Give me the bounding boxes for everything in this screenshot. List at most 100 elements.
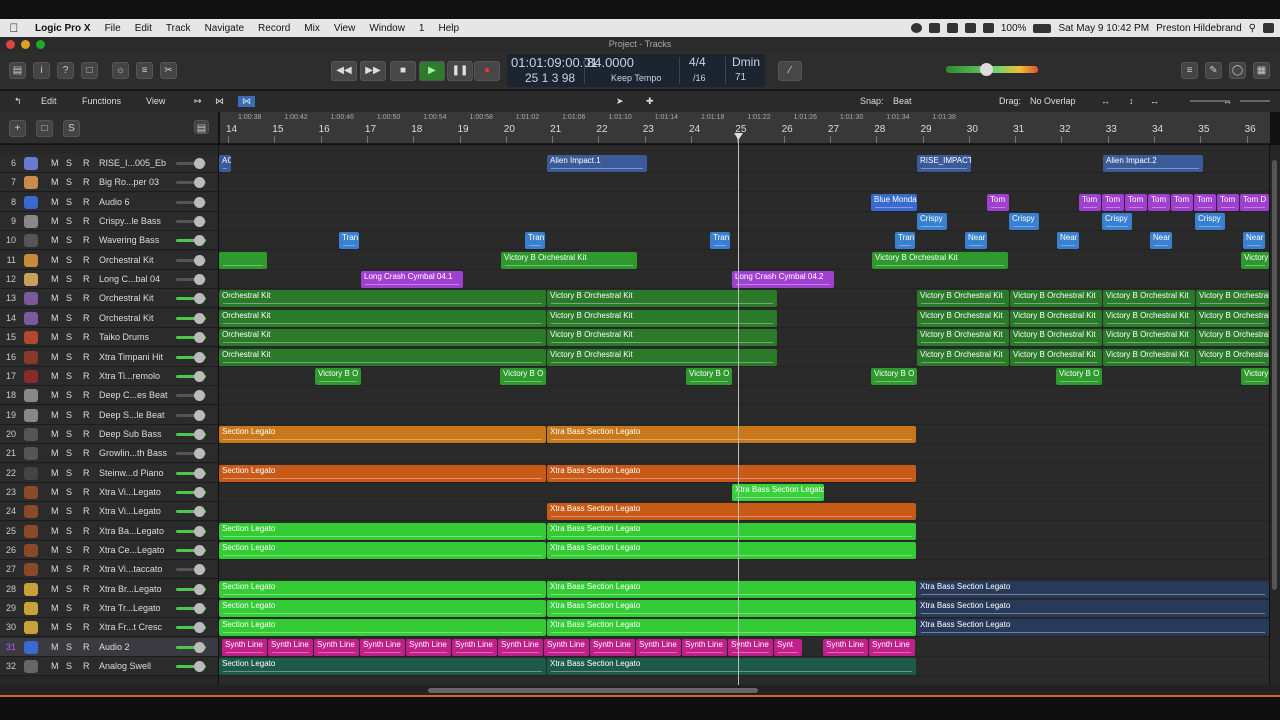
instrument-icon[interactable] (24, 176, 38, 190)
region[interactable]: Victory B Orchestral (1196, 329, 1269, 347)
track-header[interactable]: 7 M S R Big Ro...per 03 (0, 173, 218, 193)
record-enable-button[interactable]: R (83, 487, 90, 497)
record-status-icon[interactable] (910, 23, 922, 33)
track-name[interactable]: Deep Sub Bass (99, 429, 171, 439)
region[interactable]: Orchestral Kit (219, 290, 546, 308)
solo-button[interactable]: S (66, 564, 72, 574)
track-header[interactable]: 14 M S R Orchestral Kit (0, 308, 218, 328)
instrument-icon[interactable] (24, 331, 38, 345)
record-enable-button[interactable]: R (83, 313, 90, 323)
region[interactable]: Victory B Orchestral Kit (1103, 290, 1195, 308)
track-lane[interactable] (219, 560, 1269, 580)
region[interactable]: Alien Impact.2 (1103, 155, 1203, 172)
solo-button[interactable]: S (66, 526, 72, 536)
lcd-display[interactable]: 01:01:09:00.01 25 1 3 98 84.0000 Keep Te… (507, 54, 765, 87)
zoom-arrows-icon[interactable]: ↔ (1223, 96, 1232, 106)
fader-knob[interactable] (194, 506, 205, 518)
record-enable-button[interactable]: R (83, 448, 90, 458)
cycle-button[interactable]: ⁄ (778, 61, 802, 81)
menu-file[interactable]: File (98, 23, 128, 34)
region[interactable]: Victory (1241, 367, 1269, 385)
pointer-tool-icon[interactable]: ➤ (616, 96, 624, 107)
horizontal-scroll-thumb[interactable] (428, 688, 758, 693)
instrument-icon[interactable] (24, 350, 38, 364)
region[interactable]: Long Crash Cymbal 04.2 (732, 271, 834, 289)
track-lane[interactable] (219, 367, 1269, 386)
region[interactable]: Section Legato (219, 619, 546, 637)
region[interactable]: Xtra Bass Section Legato (547, 542, 916, 559)
record-enable-button[interactable]: R (83, 293, 90, 303)
region[interactable]: Victory B Orchestral (1196, 348, 1269, 366)
region[interactable]: Section Legato (219, 542, 546, 559)
mute-button[interactable]: M (51, 468, 59, 478)
region[interactable]: Crispy (917, 213, 947, 231)
mute-button[interactable]: M (51, 235, 59, 245)
region[interactable]: Crispy (1009, 213, 1039, 231)
track-name[interactable]: Xtra Ti...remolo (99, 371, 171, 381)
region[interactable]: Tom (1148, 193, 1170, 211)
track-name[interactable]: Xtra Br...Legato (99, 584, 171, 594)
fader-knob[interactable] (194, 603, 205, 615)
record-enable-button[interactable]: R (83, 526, 90, 536)
track-name[interactable]: Orchestral Kit (99, 293, 171, 303)
record-enable-button[interactable]: R (83, 622, 90, 632)
volume-knob[interactable] (980, 63, 993, 76)
region[interactable]: Victory B Orchestral Kit (1010, 348, 1102, 366)
record-enable-button[interactable]: R (83, 255, 90, 265)
view-menu[interactable]: View (146, 96, 165, 106)
instrument-icon[interactable] (24, 253, 38, 267)
zoom-window-button[interactable] (36, 40, 45, 49)
region[interactable]: Near (1057, 232, 1079, 250)
loop-browser-icon[interactable]: ◯ (1229, 62, 1246, 79)
solo-button[interactable]: S (66, 545, 72, 555)
horizontal-zoom-icon[interactable]: ↔ (1150, 96, 1159, 106)
record-button[interactable]: ● (474, 61, 500, 81)
vertical-scrollbar[interactable] (1270, 145, 1280, 685)
solo-button[interactable]: S (66, 390, 72, 400)
mute-button[interactable]: M (51, 197, 59, 207)
region[interactable]: ACT_ (219, 155, 231, 172)
instrument-icon[interactable] (24, 447, 38, 461)
menu-edit[interactable]: Edit (128, 23, 159, 34)
instrument-icon[interactable] (24, 408, 38, 422)
region[interactable]: Xtra Bass Section Legato (547, 658, 916, 676)
solo-button[interactable]: S (66, 313, 72, 323)
pencil-tool-icon[interactable]: ✚ (646, 96, 654, 107)
track-header[interactable]: 26 M S R Xtra Ce...Legato (0, 541, 218, 560)
solo-button[interactable]: S (66, 448, 72, 458)
track-header[interactable]: 31 M S R Audio 2 (0, 637, 218, 657)
region[interactable]: Victory B Orchestral Kit (547, 329, 777, 347)
mute-button[interactable]: M (51, 506, 59, 516)
region[interactable]: Tran (895, 232, 915, 250)
track-header[interactable]: 17 M S R Xtra Ti...remolo (0, 366, 218, 386)
record-enable-button[interactable]: R (83, 332, 90, 342)
region[interactable]: Synth Line (869, 638, 915, 656)
region[interactable]: Tom (1125, 193, 1147, 211)
region[interactable]: Tom (1194, 193, 1216, 211)
fader-knob[interactable] (194, 409, 205, 421)
record-enable-button[interactable]: R (83, 661, 90, 671)
list-editors-icon[interactable]: ≡ (1181, 62, 1198, 79)
fader-knob[interactable] (194, 351, 205, 363)
mute-button[interactable]: M (51, 216, 59, 226)
track-lane[interactable] (219, 251, 1269, 270)
lcd-key-number[interactable]: 71 (735, 72, 746, 83)
fader-knob[interactable] (194, 390, 205, 402)
solo-button[interactable]: S (66, 468, 72, 478)
track-name[interactable]: Xtra Ce...Legato (99, 545, 171, 555)
fader-knob[interactable] (194, 293, 205, 305)
arrange-area[interactable]: ACT_ Alien Impact.1 RISE_IMPACT_ Alien Impa… (219, 145, 1269, 685)
solo-button[interactable]: S (66, 603, 72, 613)
mute-button[interactable]: M (51, 255, 59, 265)
region[interactable]: Victory B Orchestral Kit (1010, 329, 1102, 347)
record-enable-button[interactable]: R (83, 468, 90, 478)
fader-knob[interactable] (194, 661, 205, 673)
track-name[interactable]: Analog Swell (99, 661, 171, 671)
track-lane[interactable] (219, 231, 1269, 251)
scissors-mode-icon[interactable]: ⋈ (238, 96, 255, 107)
pause-button[interactable]: ❚❚ (447, 61, 473, 81)
zoom-slider-2[interactable] (1240, 100, 1270, 102)
mute-button[interactable]: M (51, 584, 59, 594)
track-header[interactable]: 18 M S R Deep C...es Beat (0, 386, 218, 406)
battery-percent[interactable]: 100% (1001, 23, 1027, 34)
